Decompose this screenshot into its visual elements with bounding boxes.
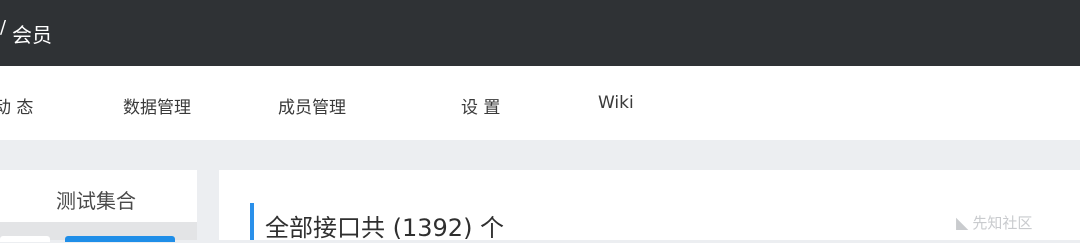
top-header: / 会员 <box>0 0 1080 66</box>
project-title: 会员 <box>12 23 52 47</box>
sidebar-title: 测试集合 <box>56 189 136 213</box>
main-panel: 全部接口共 (1392) 个 <box>219 170 1080 242</box>
watermark: ◣ 先知社区 <box>956 212 1032 233</box>
nav-tab-activity[interactable]: 动 态 <box>0 93 33 118</box>
nav-tab-wiki[interactable]: Wiki <box>598 93 634 113</box>
xianzhi-logo-icon: ◣ <box>956 213 969 232</box>
sidebar-tab-inactive[interactable] <box>0 236 50 242</box>
nav-tab-data-management[interactable]: 数据管理 <box>123 93 191 118</box>
watermark-text: 先知社区 <box>972 214 1033 232</box>
project-nav: 动 态 数据管理 成员管理 设 置 Wiki <box>0 66 1080 140</box>
heading-accent-bar <box>250 203 254 240</box>
sidebar-panel: 测试集合 <box>0 170 197 242</box>
nav-tab-member-management[interactable]: 成员管理 <box>278 93 346 118</box>
slash-icon: / <box>0 17 7 38</box>
sidebar-tab-active[interactable] <box>65 236 175 242</box>
interface-count-heading: 全部接口共 (1392) 个 <box>265 214 505 242</box>
nav-tab-settings[interactable]: 设 置 <box>461 93 500 118</box>
sidebar-tab-row <box>0 222 197 242</box>
